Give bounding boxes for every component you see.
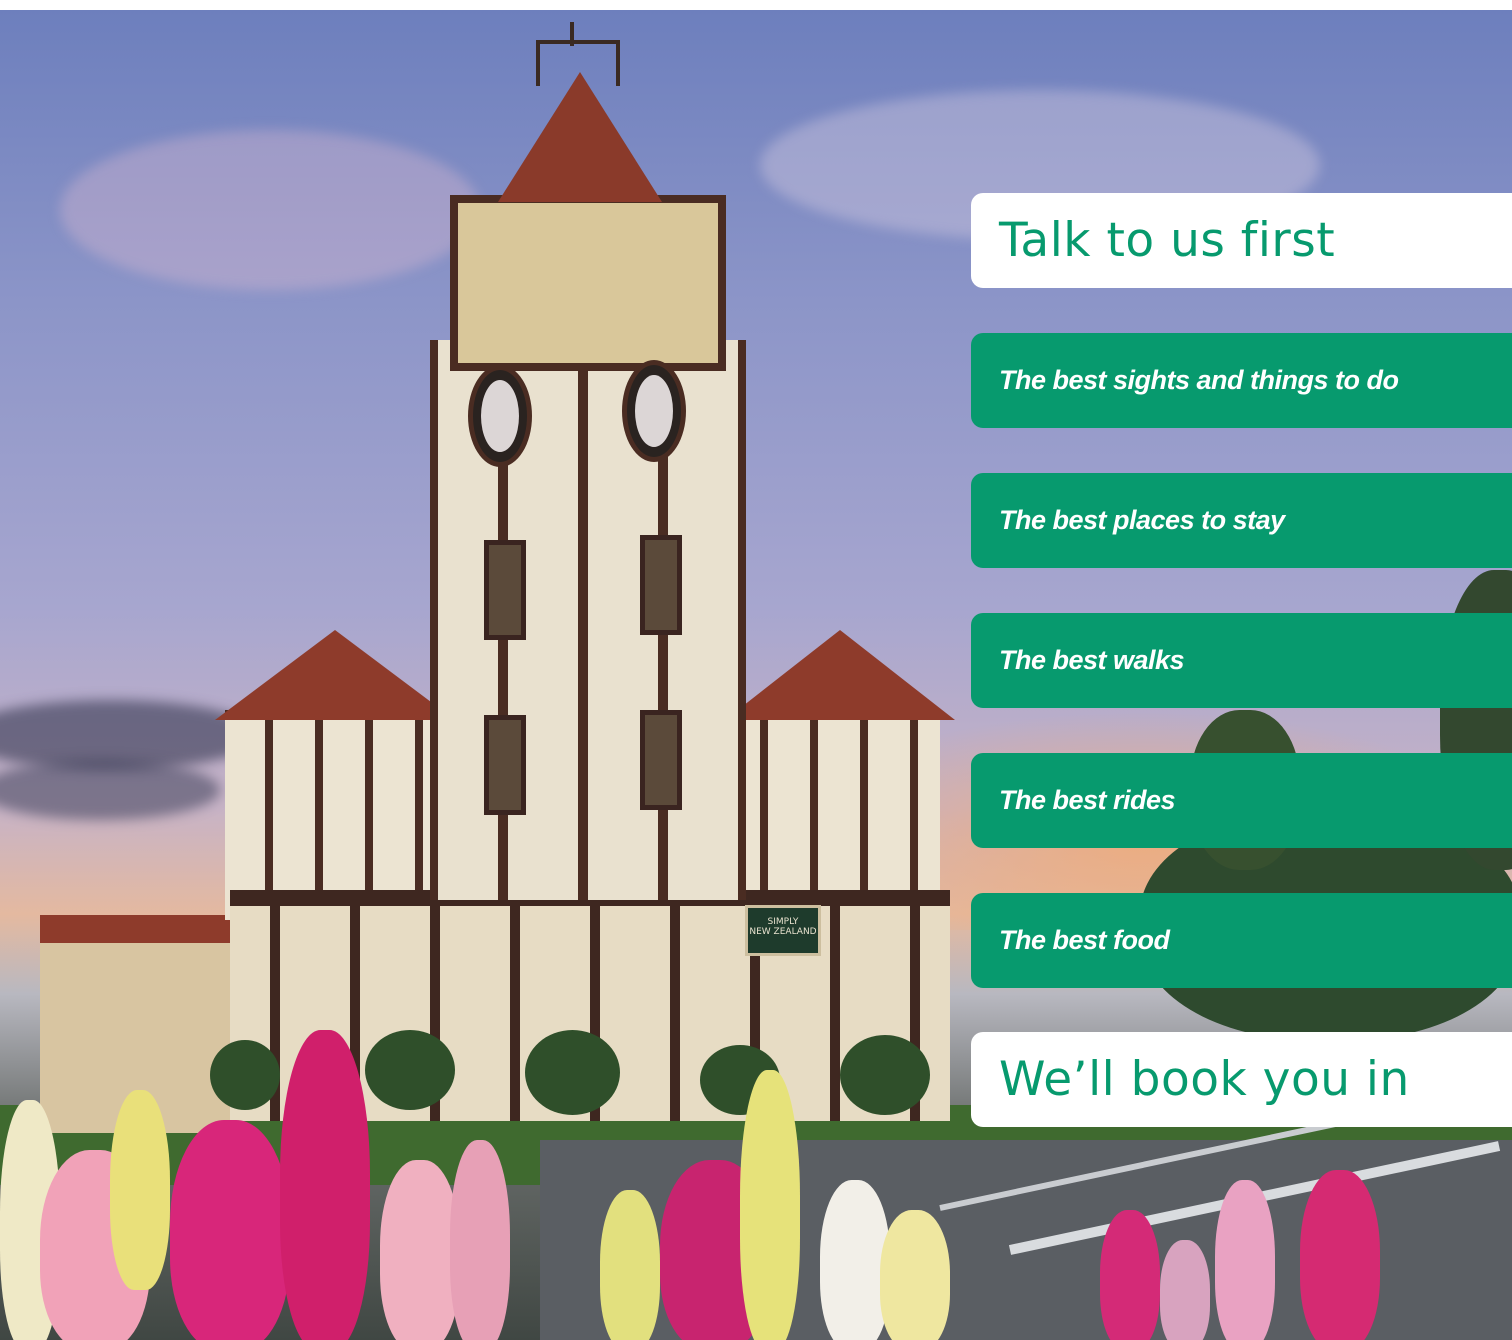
left-gable-hall <box>225 710 440 920</box>
heading-well-book-you-in: We’ll book you in <box>999 1052 1410 1107</box>
tower-window <box>484 715 526 815</box>
snapdragon <box>380 1160 460 1340</box>
top-band <box>0 0 1512 10</box>
snapdragon <box>450 1140 510 1340</box>
clock-face-left <box>468 365 532 467</box>
snapdragon <box>880 1210 950 1340</box>
sign-line-2: NEW ZEALAND <box>749 927 817 937</box>
left-gable-roof <box>215 630 455 720</box>
snapdragon <box>600 1190 660 1340</box>
panel-best-places-to-stay[interactable]: The best places to stay <box>971 473 1512 568</box>
tower-belfry <box>450 195 726 371</box>
snapdragon <box>1215 1180 1275 1340</box>
panel-best-walks[interactable]: The best walks <box>971 613 1512 708</box>
dark-cloud <box>0 760 220 820</box>
tower-spire <box>498 72 662 202</box>
snapdragon <box>1100 1210 1160 1340</box>
panel-well-book-you-in: We’ll book you in <box>971 1032 1512 1127</box>
hedge <box>365 1030 455 1110</box>
hedge <box>210 1040 280 1110</box>
clock-face-right <box>622 360 686 462</box>
heading-talk-to-us-first: Talk to us first <box>999 213 1336 268</box>
snapdragon <box>1300 1170 1380 1340</box>
snapdragon <box>820 1180 890 1340</box>
snapdragon <box>170 1120 290 1340</box>
hedge <box>525 1030 620 1115</box>
panel-talk-to-us-first: Talk to us first <box>971 193 1512 288</box>
snapdragon <box>110 1090 170 1290</box>
tower-finial <box>570 22 574 46</box>
right-gable-roof <box>725 630 955 720</box>
tower-lantern <box>536 40 620 86</box>
link-best-walks[interactable]: The best walks <box>999 645 1185 676</box>
sign-line-1: SIMPLY <box>767 917 799 927</box>
tower-window <box>640 535 682 635</box>
right-gable-hall <box>730 710 940 920</box>
hedge <box>840 1035 930 1115</box>
building-sign: SIMPLY NEW ZEALAND <box>745 905 821 956</box>
link-best-rides[interactable]: The best rides <box>999 785 1176 816</box>
link-best-places-to-stay[interactable]: The best places to stay <box>999 505 1285 536</box>
snapdragon <box>740 1070 800 1340</box>
panel-best-rides[interactable]: The best rides <box>971 753 1512 848</box>
snapdragon <box>1160 1240 1210 1340</box>
link-best-food[interactable]: The best food <box>999 925 1170 956</box>
link-best-sights[interactable]: The best sights and things to do <box>999 365 1399 396</box>
snapdragon <box>280 1030 370 1340</box>
panel-best-food[interactable]: The best food <box>971 893 1512 988</box>
panel-best-sights[interactable]: The best sights and things to do <box>971 333 1512 428</box>
tower-window <box>640 710 682 810</box>
light-cloud <box>60 130 480 290</box>
tower-window <box>484 540 526 640</box>
